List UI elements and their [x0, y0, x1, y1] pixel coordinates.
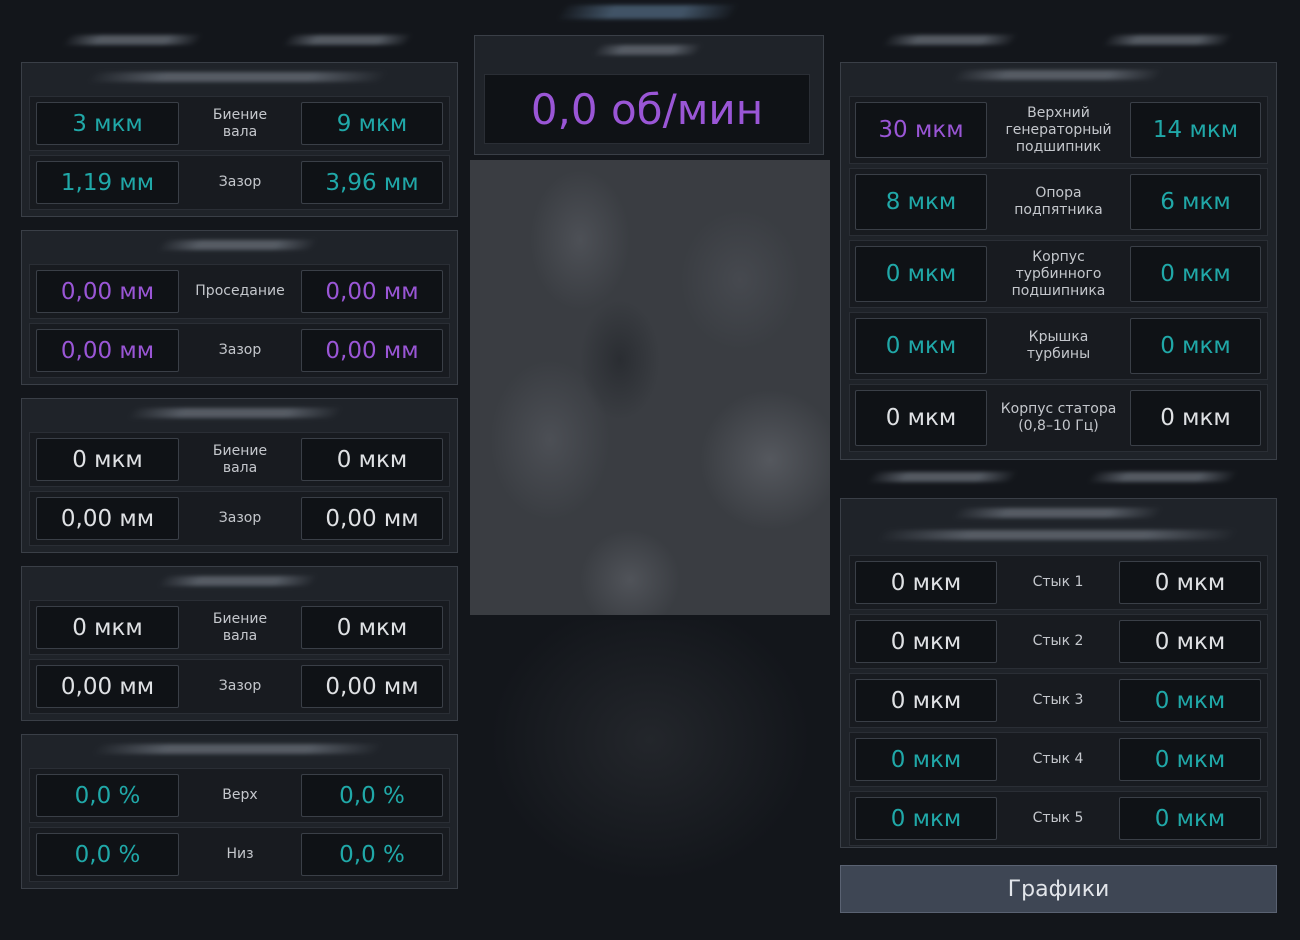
- redacted-title: [1087, 472, 1238, 482]
- right-value: 0,00 мм: [301, 270, 443, 313]
- joint-left-value: 0 мкм: [855, 620, 997, 663]
- bearing-right-value: 6 мкм: [1130, 174, 1261, 230]
- left-value: 0,00 мм: [36, 665, 179, 708]
- joint-right-value: 0 мкм: [1119, 679, 1261, 722]
- joint-right-value: 0 мкм: [1119, 620, 1261, 663]
- joint-label: Стык 4: [1032, 751, 1084, 767]
- row-label: Зазор: [218, 174, 262, 190]
- joint-left-value: 0 мкм: [855, 561, 997, 604]
- bearing-left-value: 0 мкм: [855, 390, 987, 446]
- joint-left-value: 0 мкм: [855, 797, 997, 840]
- redacted-title: [1102, 35, 1233, 45]
- redacted-title: [92, 744, 383, 754]
- bearing-label: Верхний генераторный подшипник: [1005, 104, 1112, 155]
- redacted-title: [882, 35, 1018, 45]
- redacted-title: [555, 5, 740, 19]
- bearing-label: Крышка турбины: [1026, 329, 1091, 362]
- joint-left-value: 0 мкм: [855, 679, 997, 722]
- row-label: Низ: [226, 846, 254, 862]
- graphs-button[interactable]: Графики: [840, 865, 1277, 913]
- right-value: 0,0 %: [301, 833, 443, 876]
- redacted-title: [127, 408, 343, 418]
- right-value: 0,00 мм: [301, 329, 443, 372]
- left-value: 3 мкм: [36, 102, 179, 145]
- bearing-left-value: 8 мкм: [855, 174, 987, 230]
- redacted-title: [877, 530, 1238, 540]
- redacted-title: [157, 240, 318, 250]
- right-value: 9 мкм: [301, 102, 443, 145]
- bearing-left-value: 0 мкм: [855, 318, 987, 374]
- redacted-title: [867, 472, 1018, 482]
- left-value: 0,00 мм: [36, 497, 179, 540]
- row-label: Биение вала: [212, 442, 268, 476]
- joint-left-value: 0 мкм: [855, 738, 997, 781]
- redacted-title: [87, 72, 388, 82]
- joint-right-value: 0 мкм: [1119, 561, 1261, 604]
- turbine-image: [470, 160, 830, 615]
- bearing-right-value: 0 мкм: [1130, 246, 1261, 302]
- joint-right-value: 0 мкм: [1119, 738, 1261, 781]
- turbine-image-reflection: [475, 620, 825, 920]
- joint-right-value: 0 мкм: [1119, 797, 1261, 840]
- right-value: 0 мкм: [301, 438, 443, 481]
- right-value: 3,96 мм: [301, 161, 443, 204]
- left-value: 1,19 мм: [36, 161, 179, 204]
- joint-label: Стык 5: [1032, 810, 1084, 826]
- bearing-label: Корпус турбинного подшипника: [1011, 248, 1106, 299]
- right-value: 0 мкм: [301, 606, 443, 649]
- row-label: Зазор: [218, 342, 262, 358]
- row-label: Биение вала: [212, 610, 268, 644]
- left-value: 0,0 %: [36, 774, 179, 817]
- bearing-label: Опора подпятника: [1014, 185, 1103, 218]
- redacted-title: [282, 35, 413, 45]
- right-value: 0,0 %: [301, 774, 443, 817]
- bearing-left-value: 30 мкм: [855, 102, 987, 158]
- row-label: Проседание: [195, 283, 285, 299]
- joint-label: Стык 1: [1032, 574, 1084, 590]
- bearing-label: Корпус статора (0,8–10 Гц): [1000, 401, 1117, 434]
- redacted-title: [952, 508, 1163, 518]
- left-value: 0 мкм: [36, 606, 179, 649]
- bearing-right-value: 14 мкм: [1130, 102, 1261, 158]
- bearing-right-value: 0 мкм: [1130, 390, 1261, 446]
- joint-label: Стык 2: [1032, 633, 1084, 649]
- left-value: 0,00 мм: [36, 329, 179, 372]
- bearing-left-value: 0 мкм: [855, 246, 987, 302]
- redacted-title: [592, 45, 703, 55]
- speed-value: 0,0 об/мин: [484, 74, 810, 144]
- left-value: 0 мкм: [36, 438, 179, 481]
- redacted-title: [157, 576, 318, 586]
- row-label: Зазор: [218, 510, 262, 526]
- row-label: Верх: [222, 787, 258, 803]
- left-value: 0,00 мм: [36, 270, 179, 313]
- bearing-right-value: 0 мкм: [1130, 318, 1261, 374]
- left-value: 0,0 %: [36, 833, 179, 876]
- redacted-title: [62, 35, 203, 45]
- right-value: 0,00 мм: [301, 497, 443, 540]
- redacted-title: [952, 70, 1163, 80]
- row-label: Биение вала: [212, 106, 268, 140]
- right-value: 0,00 мм: [301, 665, 443, 708]
- row-label: Зазор: [218, 678, 262, 694]
- joint-label: Стык 3: [1032, 692, 1084, 708]
